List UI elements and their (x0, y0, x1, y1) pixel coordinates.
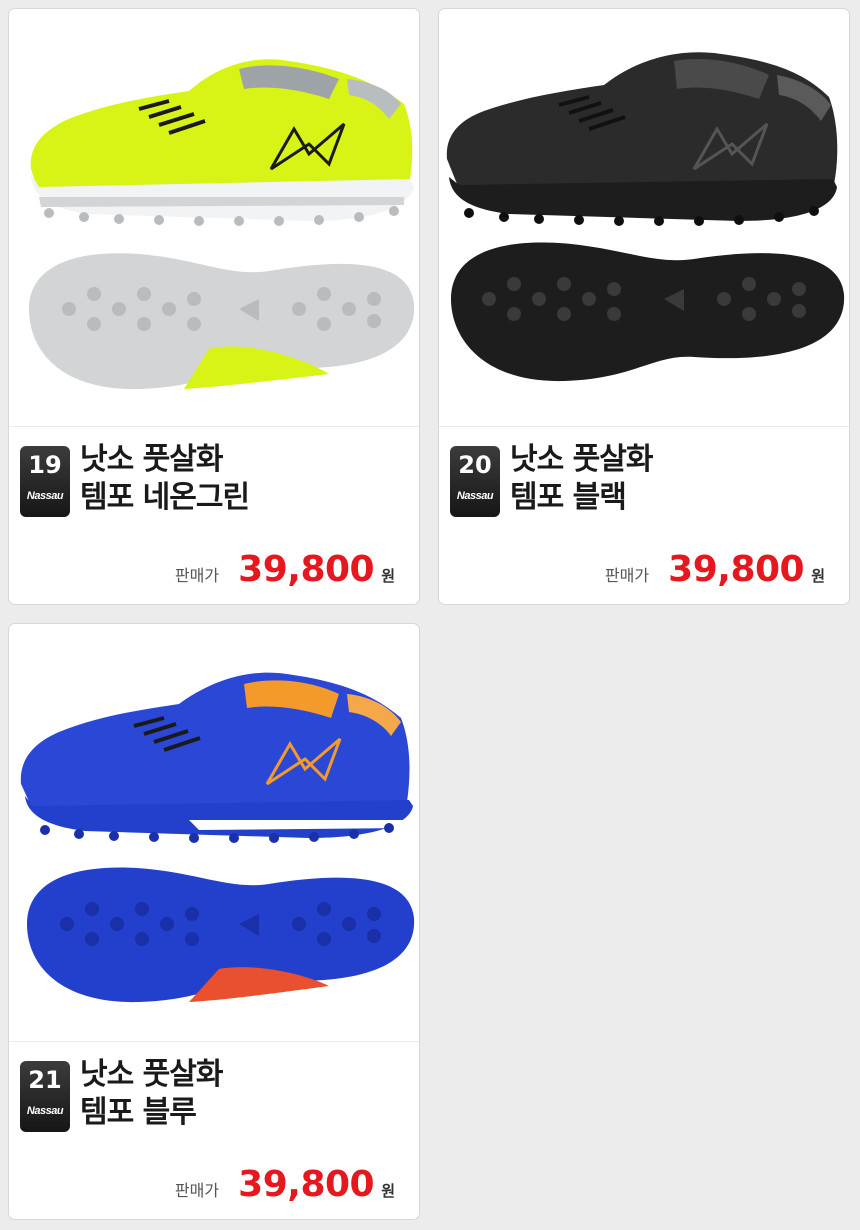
divider (439, 426, 849, 427)
shoe-illustration (29, 59, 415, 390)
product-name-line2: 템포 네온그린 (80, 480, 250, 515)
product-number-badge: 21 Nassau (20, 1061, 70, 1132)
price-value: 39,800 (238, 1164, 375, 1205)
product-number: 20 (458, 451, 492, 479)
product-title[interactable]: 낫소 풋살화 템포 블랙 (510, 441, 653, 517)
divider (9, 1041, 419, 1042)
price-row: 판매가 39,800 원 (605, 549, 825, 590)
product-name-line1: 낫소 풋살화 (80, 1057, 223, 1092)
product-number-badge: 19 Nassau (20, 446, 70, 517)
product-card[interactable]: 21 Nassau 낫소 풋살화 템포 블루 판매가 39,800 원 (8, 623, 420, 1220)
product-image-black[interactable] (439, 9, 849, 426)
shoe-illustration (20, 672, 415, 1003)
brand-logo-text: Nassau (26, 1105, 64, 1117)
product-number: 19 (28, 451, 62, 479)
product-card[interactable]: 20 Nassau 낫소 풋살화 템포 블랙 판매가 39,800 원 (438, 8, 850, 605)
product-name-line2: 템포 블루 (80, 1095, 197, 1130)
brand-logo-text: Nassau (26, 490, 64, 502)
product-name-line1: 낫소 풋살화 (80, 442, 223, 477)
product-number: 21 (28, 1066, 62, 1094)
product-title[interactable]: 낫소 풋살화 템포 블루 (80, 1056, 223, 1132)
price-row: 판매가 39,800 원 (175, 1164, 395, 1205)
price-label: 판매가 (174, 566, 220, 585)
product-image-blue[interactable] (9, 624, 419, 1041)
product-image-neon-green[interactable] (9, 9, 419, 426)
price-value: 39,800 (238, 549, 375, 590)
divider (9, 426, 419, 427)
product-title[interactable]: 낫소 풋살화 템포 네온그린 (80, 441, 250, 517)
price-row: 판매가 39,800 원 (175, 549, 395, 590)
product-name-line1: 낫소 풋살화 (510, 442, 653, 477)
price-value: 39,800 (668, 549, 805, 590)
price-currency: 원 (381, 1182, 395, 1200)
price-label: 판매가 (604, 566, 650, 585)
price-currency: 원 (381, 567, 395, 585)
product-number-badge: 20 Nassau (450, 446, 500, 517)
brand-logo-text: Nassau (456, 490, 494, 502)
shoe-illustration (446, 52, 845, 382)
price-currency: 원 (811, 567, 825, 585)
product-name-line2: 템포 블랙 (510, 480, 627, 515)
price-label: 판매가 (174, 1181, 220, 1200)
product-card[interactable]: 19 Nassau 낫소 풋살화 템포 네온그린 판매가 39,800 원 (8, 8, 420, 605)
